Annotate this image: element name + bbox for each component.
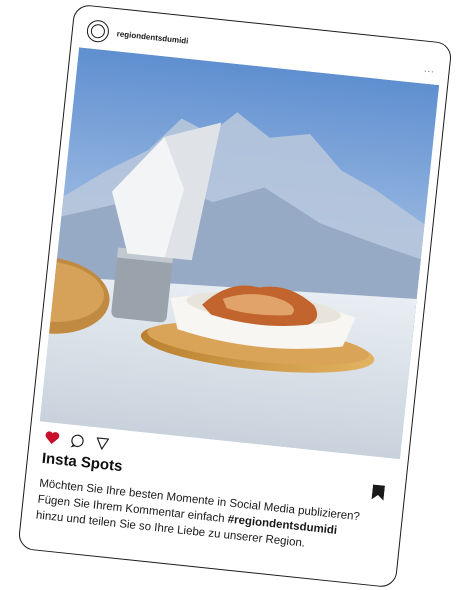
- more-options-icon[interactable]: ...: [424, 64, 436, 75]
- username[interactable]: regiondentsdumidi: [116, 29, 189, 45]
- avatar-ring: [90, 23, 106, 39]
- comment-icon[interactable]: [69, 432, 85, 448]
- photo-scene: [39, 47, 440, 460]
- page: regiondentsdumidi ... Insta Spots Möchte…: [0, 0, 458, 590]
- post-caption: Möchten Sie Ihre besten Momente in Socia…: [35, 476, 392, 561]
- send-icon[interactable]: [94, 435, 110, 451]
- avatar[interactable]: [85, 19, 111, 44]
- post-photo: [39, 47, 440, 460]
- instagram-post-card: regiondentsdumidi ... Insta Spots Möchte…: [17, 3, 453, 589]
- post-title: Insta Spots: [41, 449, 124, 476]
- heart-icon[interactable]: [44, 430, 61, 446]
- bookmark-icon[interactable]: [371, 484, 385, 501]
